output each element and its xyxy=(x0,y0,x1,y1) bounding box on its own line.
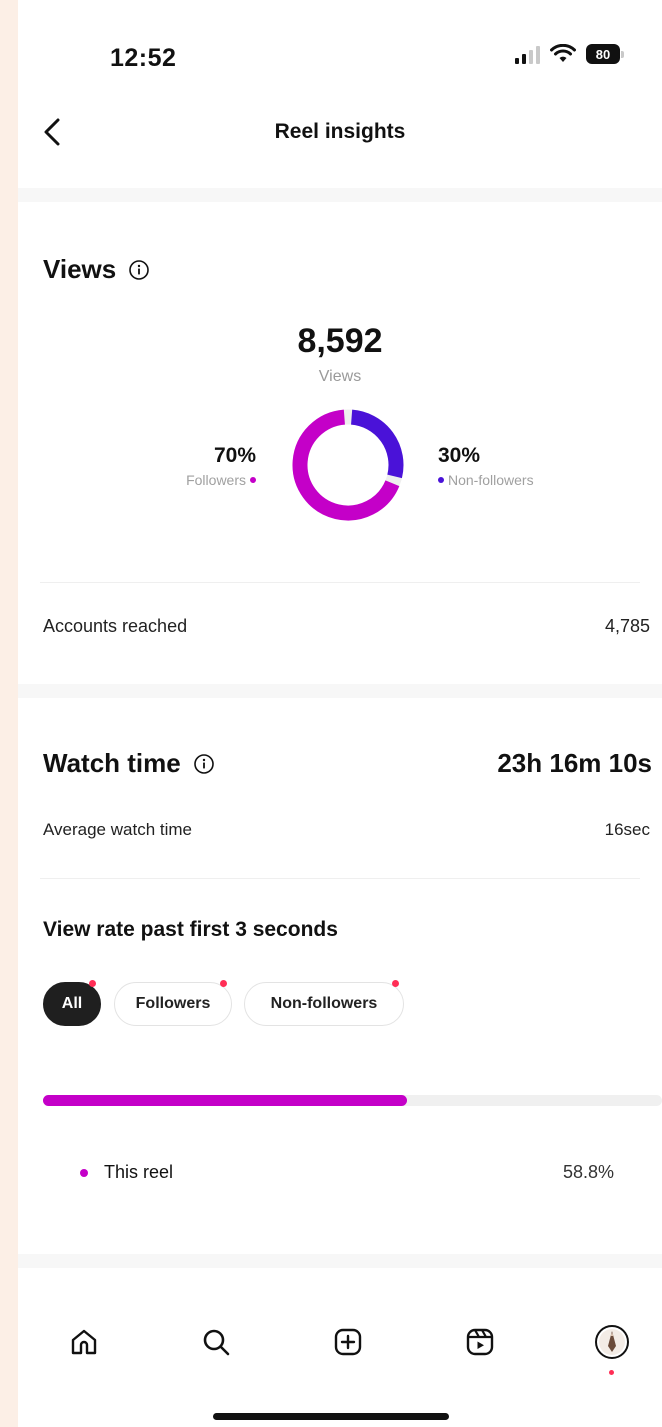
tab-create[interactable] xyxy=(326,1320,370,1364)
chip-label: Followers xyxy=(135,995,211,1012)
tab-search[interactable] xyxy=(194,1320,238,1364)
legend-this-reel: This reel xyxy=(80,1162,173,1183)
accounts-reached-label: Accounts reached xyxy=(43,616,188,636)
views-donut-chart xyxy=(292,409,404,521)
non-followers-label: Non-followers xyxy=(448,472,534,488)
home-indicator xyxy=(213,1413,449,1420)
create-icon xyxy=(334,1328,362,1356)
cellular-signal-icon xyxy=(515,44,540,64)
notification-dot xyxy=(392,980,399,987)
followers-stat: 70% Followers xyxy=(186,444,256,488)
tab-home[interactable] xyxy=(62,1320,106,1364)
donut-non-followers-arc xyxy=(350,409,404,479)
views-caption: Views xyxy=(318,368,362,385)
notification-dot xyxy=(609,1370,614,1375)
tab-bar xyxy=(18,1310,662,1380)
status-time: 12:52 xyxy=(110,44,177,72)
non-followers-dot xyxy=(438,477,444,483)
average-watch-time-value: 16sec xyxy=(604,820,650,839)
section-divider xyxy=(18,1254,662,1268)
search-icon xyxy=(203,1329,230,1356)
chip-label: Non-followers xyxy=(270,995,378,1012)
notification-dot xyxy=(89,980,96,987)
battery-icon: 80 xyxy=(586,44,624,64)
views-title: Views xyxy=(43,254,117,284)
page-title: Reel insights xyxy=(274,120,406,143)
views-total: 8,592 xyxy=(297,322,383,360)
filter-chip-followers[interactable]: Followers xyxy=(114,980,232,1026)
view-rate-progress-fill xyxy=(43,1095,407,1106)
info-icon[interactable] xyxy=(128,259,150,281)
phone-screen: 12:52 80 Reel insights Views 8,592 Views… xyxy=(18,0,662,1427)
status-icons: 80 xyxy=(515,44,624,64)
section-divider xyxy=(18,684,662,698)
watch-time-total: 23h 16m 10s xyxy=(497,748,652,778)
view-rate-progress-track xyxy=(43,1095,662,1106)
section-divider xyxy=(18,188,662,202)
views-heading: Views xyxy=(43,254,150,285)
followers-percent: 70% xyxy=(213,444,256,467)
followers-label: Followers xyxy=(186,472,246,488)
wifi-icon xyxy=(550,44,576,62)
watch-time-title: Watch time xyxy=(43,748,181,778)
tab-profile[interactable] xyxy=(590,1320,634,1375)
tab-reels[interactable] xyxy=(458,1320,502,1364)
accounts-reached-value: 4,785 xyxy=(604,616,650,636)
average-watch-time-label: Average watch time xyxy=(43,820,192,839)
profile-avatar xyxy=(595,1325,629,1359)
watch-time-heading: Watch time xyxy=(43,748,215,779)
non-followers-percent: 30% xyxy=(438,444,481,467)
divider xyxy=(40,582,640,583)
reels-icon xyxy=(466,1328,494,1356)
legend-value: 58.8% xyxy=(562,1162,614,1182)
info-icon[interactable] xyxy=(193,753,215,775)
view-rate-title: View rate past first 3 seconds xyxy=(43,918,338,941)
divider xyxy=(40,878,640,879)
notification-dot xyxy=(220,980,227,987)
chip-label: All xyxy=(61,995,83,1012)
legend-label: This reel xyxy=(104,1162,174,1182)
filter-chip-non-followers[interactable]: Non-followers xyxy=(244,980,404,1026)
legend-dot xyxy=(80,1168,88,1177)
filter-chip-all[interactable]: All xyxy=(43,980,101,1026)
followers-dot xyxy=(250,477,256,483)
non-followers-stat: 30% Non-followers xyxy=(438,444,534,488)
home-icon xyxy=(71,1329,97,1355)
